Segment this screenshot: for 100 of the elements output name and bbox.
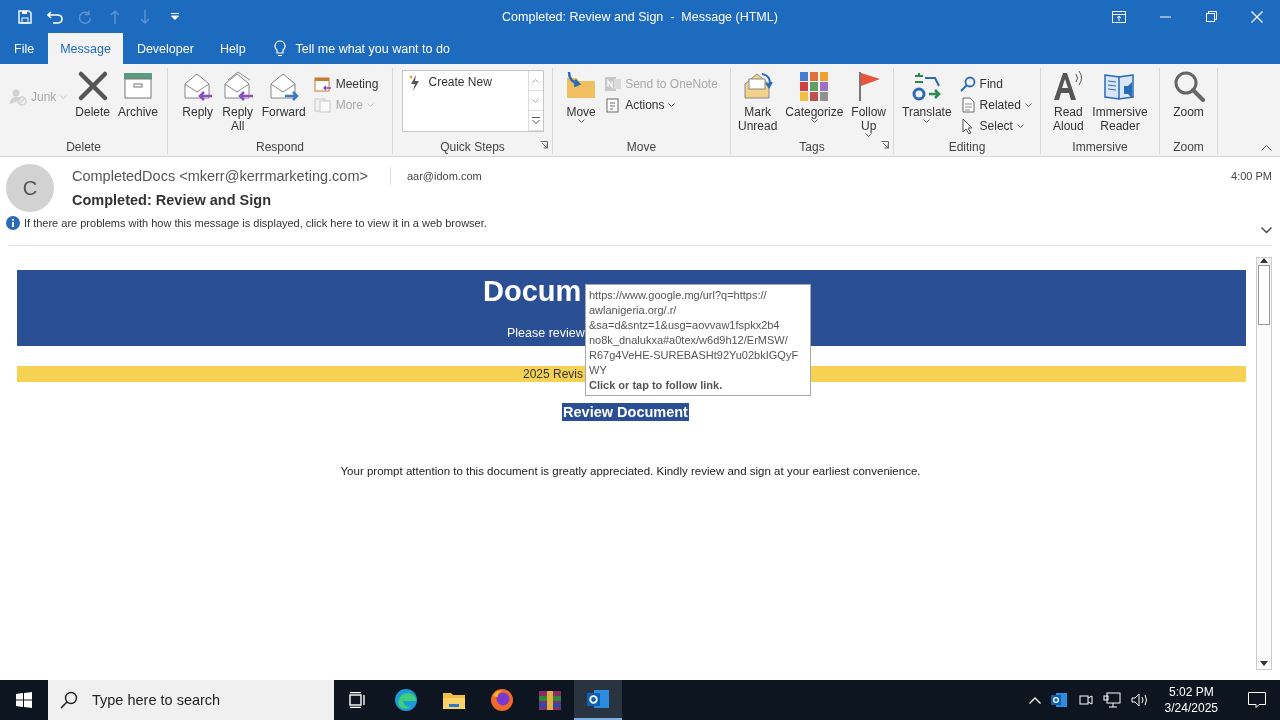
sender: CompletedDocs <mkerr@kerrmarketing.com> [72,168,368,184]
expand-gallery-icon [531,117,540,124]
outlook-icon [586,688,610,710]
ribbon-tab[interactable]: File [2,33,47,64]
quick-step-item[interactable]: Create New [402,71,528,89]
search-icon [60,691,78,709]
onenote-icon [605,75,622,92]
message-subject: Completed: Review and Sign [72,192,271,208]
ribbon-tab[interactable]: Help [207,33,258,64]
group-label: Quick Steps [440,140,505,154]
tell-me-field[interactable]: Tell me what you want to do [269,33,454,64]
clock-time[interactable]: 5:02 PM [1168,684,1214,700]
dialog-launcher-button[interactable] [540,138,548,152]
edge-icon [394,688,418,712]
search-icon [959,75,976,92]
scroll-up-icon [1260,258,1268,263]
expand-chevron-icon [1261,227,1272,234]
document-icon [959,96,976,113]
lightbulb-icon [273,40,286,57]
dialog-launcher-button[interactable] [881,138,889,152]
calendar-icon [313,75,332,92]
ribbon-button[interactable]: Follow Up [848,68,889,139]
ribbon-button[interactable]: Find [956,74,1035,93]
read-aloud-icon [1052,70,1085,102]
scroll-thumb[interactable] [1258,265,1270,325]
ribbon-tab[interactable]: Developer [124,33,206,64]
volume-icon [1130,692,1149,708]
ribbon-button[interactable]: Archive [115,68,162,121]
ribbon-button[interactable]: Delete [72,68,113,121]
envelope-icon [741,70,774,102]
taskbar-app[interactable] [574,680,622,720]
ribbon-button[interactable]: Immersive Reader [1089,68,1151,135]
up-arrow-icon [110,9,120,24]
group-label: Zoom [1173,140,1204,154]
scrollbar[interactable] [1256,257,1272,670]
categorize-icon [798,70,831,102]
more-icon [313,96,332,113]
group-label: Immersive [1072,140,1128,154]
ribbon-button[interactable]: Actions [602,95,721,114]
scroll-down-icon [532,98,539,103]
info-bar-text[interactable]: If there are problems with how this message is displayed, click here to view it in a web browser. [24,217,487,229]
ribbon-button[interactable]: Related [956,95,1035,114]
taskbar-search-field[interactable]: Type here to search [48,680,334,720]
scroll-down-icon [1260,661,1268,666]
network-icon [1102,692,1121,708]
outlook-tray-icon [1050,692,1067,708]
scroll-up-icon [532,78,539,83]
save-icon [18,9,32,24]
ribbon-button[interactable]: Categorize [782,68,847,125]
ribbon-button[interactable]: Select [956,116,1035,135]
ribbon-tab[interactable]: Message [48,33,123,64]
ribbon-button[interactable]: Mark Unread [735,68,781,135]
tooltip-url-line: &sa=d&sntz=1&usg=aovvaw1fspkx2b4 [589,318,781,333]
group-label: Respond [255,140,304,154]
reply-all-icon [221,70,254,102]
collapse-ribbon-icon [1261,145,1272,151]
group-label: Tags [799,140,825,154]
redo-icon [78,9,92,24]
banner-subtitle: Please review [507,326,585,340]
archive-books-icon [538,688,562,712]
archive-icon [122,70,154,102]
banner-title: Docum [483,274,582,308]
tooltip-url-line: R67g4VeHE-SUREBASHt92Yu02bkIGQyF [589,348,800,363]
firefox-icon [490,688,514,712]
ribbon-button[interactable]: Read Aloud [1049,68,1088,135]
tooltip-url-line: https://www.google.mg/url?q=https:// [589,288,768,303]
windows-icon [16,692,32,708]
group-label: Delete [66,140,101,154]
review-document-link[interactable]: Review Document [562,403,689,421]
group-label: Editing [948,140,986,154]
window-title: Completed: Review and Sign - Message (HTML) [502,9,778,24]
customize-icon [171,13,179,20]
caret-icon [810,119,818,123]
clock-date[interactable]: 3/24/2025 [1164,700,1218,716]
caret-icon [577,119,585,123]
caret-icon [923,119,931,123]
ribbon-button[interactable]: Zoom [1169,68,1208,121]
ribbon-button[interactable]: Forward [258,68,309,121]
undo-icon [47,9,63,24]
ribbon-button[interactable]: Reply [178,68,217,121]
notice-text: 2025 Revis [523,367,584,381]
ribbon-button[interactable]: Translate [899,68,955,125]
ribbon-display-icon [1112,10,1126,23]
ribbon-button[interactable]: Move [562,68,601,125]
close-icon [1251,10,1263,23]
task-view-icon [349,692,367,708]
person-block-icon [8,88,27,106]
ribbon-button[interactable]: Meeting [310,74,382,93]
group-label: Move [626,140,657,154]
minimize-icon [1159,15,1171,18]
lightning-icon [408,75,421,91]
notification-icon [1248,692,1266,708]
sent-time: 4:00 PM [1231,170,1272,182]
ribbon-button[interactable]: Reply All [218,68,257,135]
tooltip-url-line: no8k_dnalukxa#a0tex/w6d9h12/ErMSW/ [589,333,789,348]
delete-icon [76,70,109,102]
caret-icon [367,102,374,107]
folder-icon [442,690,466,710]
caret-icon [1024,102,1032,107]
restore-icon [1205,11,1217,22]
